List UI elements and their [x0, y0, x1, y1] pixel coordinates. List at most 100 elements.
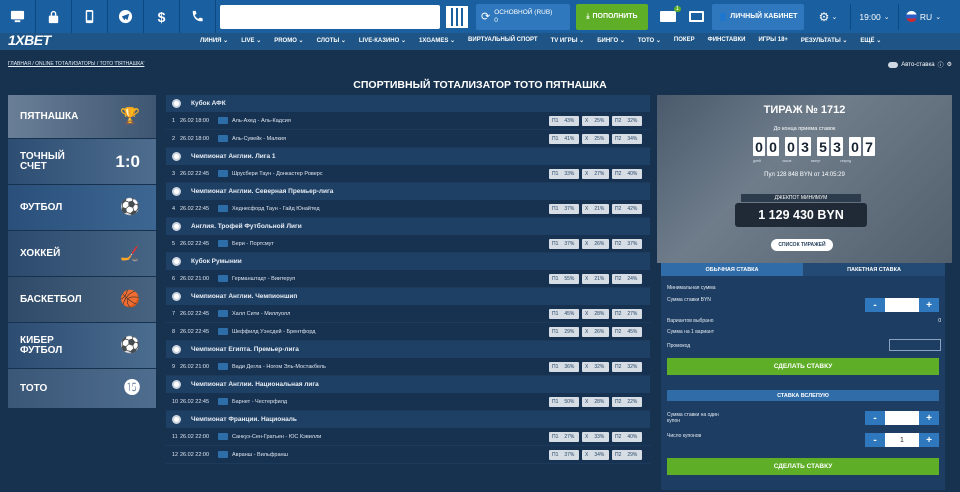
telegram-icon[interactable]: [108, 0, 144, 33]
odd-x[interactable]: X 25%: [582, 116, 609, 126]
coupon-sum-stepper[interactable]: - +: [865, 411, 939, 425]
tab-regular-bet[interactable]: ОБЫЧНАЯ СТАВКА: [661, 263, 803, 276]
plus-button[interactable]: +: [919, 433, 939, 447]
nav-item[interactable]: ИГРЫ 18+: [758, 37, 787, 44]
draw-list-button[interactable]: СПИСОК ТИРАЖЕЙ: [771, 239, 833, 251]
odd-x[interactable]: X 26%: [582, 327, 609, 337]
odd-p2[interactable]: П2 45%: [612, 327, 642, 337]
time-selector[interactable]: 19:00 ⌄: [850, 3, 898, 30]
stats-icon[interactable]: [218, 170, 228, 177]
odd-p2[interactable]: П2 37%: [612, 239, 642, 249]
stats-icon[interactable]: [218, 328, 228, 335]
sidebar-item[interactable]: ФУТБОЛ ⚽: [8, 185, 156, 231]
odd-x[interactable]: X 25%: [582, 134, 609, 144]
nav-item[interactable]: TV ИГРЫ ⌄: [551, 37, 585, 44]
nav-item[interactable]: LIVE-КАЗИНО ⌄: [359, 37, 406, 44]
odd-p2[interactable]: П2 29%: [612, 450, 642, 460]
qr-code-icon[interactable]: [446, 5, 468, 28]
odd-x[interactable]: X 34%: [582, 450, 609, 460]
refresh-icon[interactable]: ⟳: [481, 11, 490, 22]
nav-item[interactable]: РЕЗУЛЬТАТЫ ⌄: [801, 37, 848, 44]
make-bet-button[interactable]: СДЕЛАТЬ СТАВКУ: [667, 358, 939, 375]
stats-icon[interactable]: [218, 240, 228, 247]
odd-p1[interactable]: П1 37%: [549, 204, 579, 214]
stats-icon[interactable]: [218, 398, 228, 405]
sidebar-item[interactable]: ПЯТНАШКА 🏆: [8, 95, 156, 139]
odd-x[interactable]: X 32%: [582, 362, 609, 372]
nav-item[interactable]: ЕЩЁ ⌄: [860, 37, 881, 44]
odd-p2[interactable]: П2 24%: [612, 274, 642, 284]
odd-p1[interactable]: П1 41%: [549, 134, 579, 144]
odd-p1[interactable]: П1 29%: [549, 327, 579, 337]
nav-item[interactable]: БИНГО ⌄: [597, 37, 625, 44]
nav-item[interactable]: 1XGAMES ⌄: [419, 37, 455, 44]
settings-button[interactable]: ⚙ ⌄: [810, 4, 846, 30]
plus-button[interactable]: +: [919, 298, 939, 312]
odd-p2[interactable]: П2 27%: [612, 309, 642, 319]
autobet-toggle[interactable]: Авто-ставка ⓘ ⚙: [888, 60, 952, 69]
sidebar-item[interactable]: БАСКЕТБОЛ 🏀: [8, 277, 156, 323]
odd-p2[interactable]: П2 34%: [612, 134, 642, 144]
stats-icon[interactable]: [218, 433, 228, 440]
odd-p1[interactable]: П1 55%: [549, 274, 579, 284]
top-search-input[interactable]: [220, 4, 440, 29]
logo[interactable]: 1XBET: [8, 32, 51, 48]
odd-p1[interactable]: П1 33%: [549, 169, 579, 179]
coupons-stepper[interactable]: -1 +: [865, 433, 939, 447]
coupons-input[interactable]: 1: [885, 433, 919, 447]
make-blind-bet-button[interactable]: СДЕЛАТЬ СТАВКУ: [667, 458, 939, 475]
odd-p1[interactable]: П1 36%: [549, 362, 579, 372]
breadcrumb[interactable]: ГЛАВНАЯ / ONLINE ТОТАЛИЗАТОРЫ / ТОТО 'ПЯ…: [8, 61, 144, 67]
odd-p2[interactable]: П2 32%: [612, 362, 642, 372]
nav-item[interactable]: LIVE ⌄: [241, 37, 261, 44]
personal-cabinet-button[interactable]: 👤 ЛИЧНЫЙ КАБИНЕТ: [712, 3, 804, 30]
bet-sum-input[interactable]: [885, 298, 919, 312]
odd-p1[interactable]: П1 37%: [549, 450, 579, 460]
odd-p2[interactable]: П2 42%: [612, 204, 642, 214]
odd-p2[interactable]: П2 22%: [612, 397, 642, 407]
phone-icon[interactable]: [180, 0, 216, 33]
odd-p1[interactable]: П1 50%: [549, 397, 579, 407]
odd-x[interactable]: X 33%: [582, 432, 609, 442]
info-icon[interactable]: ⓘ: [938, 60, 944, 69]
odd-p2[interactable]: П2 40%: [612, 169, 642, 179]
stats-icon[interactable]: [218, 310, 228, 317]
odd-x[interactable]: X 26%: [582, 239, 609, 249]
stats-icon[interactable]: [218, 205, 228, 212]
dollar-icon[interactable]: $: [144, 0, 180, 33]
stats-icon[interactable]: [218, 451, 228, 458]
lock-icon[interactable]: [36, 0, 72, 33]
id-card-icon[interactable]: [682, 4, 710, 30]
minus-button[interactable]: -: [865, 411, 885, 425]
deposit-button[interactable]: ⤓ ПОПОЛНИТЬ: [576, 3, 648, 30]
stats-icon[interactable]: [218, 363, 228, 370]
odd-p1[interactable]: П1 27%: [549, 432, 579, 442]
nav-item[interactable]: ПОКЕР: [674, 37, 695, 44]
sidebar-item[interactable]: ТОЧНЫЙ СЧЕТ 1:0: [8, 139, 156, 185]
nav-item[interactable]: ФИНСТАВКИ: [708, 37, 746, 44]
minus-button[interactable]: -: [865, 433, 885, 447]
sidebar-item[interactable]: ХОККЕЙ 🏒: [8, 231, 156, 277]
stats-icon[interactable]: [218, 117, 228, 124]
stats-icon[interactable]: [218, 275, 228, 282]
messages-button[interactable]: 1: [654, 4, 682, 30]
mobile-icon[interactable]: [72, 0, 108, 33]
plus-button[interactable]: +: [919, 411, 939, 425]
odd-p1[interactable]: П1 37%: [549, 239, 579, 249]
gear-icon[interactable]: ⚙: [947, 61, 952, 68]
promo-input[interactable]: [889, 339, 941, 351]
minus-button[interactable]: -: [865, 298, 885, 312]
stats-icon[interactable]: [218, 135, 228, 142]
language-selector[interactable]: RU ⌄: [898, 3, 948, 30]
odd-p2[interactable]: П2 40%: [612, 432, 642, 442]
nav-item[interactable]: PROMO ⌄: [274, 37, 303, 44]
nav-item[interactable]: ЛИНИЯ ⌄: [200, 37, 228, 44]
coupon-sum-input[interactable]: [885, 411, 919, 425]
account-balance[interactable]: ⟳ ОСНОВНОЙ (RUB) 0: [476, 3, 570, 30]
odd-x[interactable]: X 21%: [582, 274, 609, 284]
tab-package-bet[interactable]: ПАКЕТНАЯ СТАВКА: [803, 263, 945, 276]
odd-p2[interactable]: П2 32%: [612, 116, 642, 126]
bet-sum-stepper[interactable]: - +: [865, 298, 939, 312]
desktop-icon[interactable]: [0, 0, 36, 33]
nav-item[interactable]: ВИРТУАЛЬНЫЙ СПОРТ: [468, 37, 538, 44]
